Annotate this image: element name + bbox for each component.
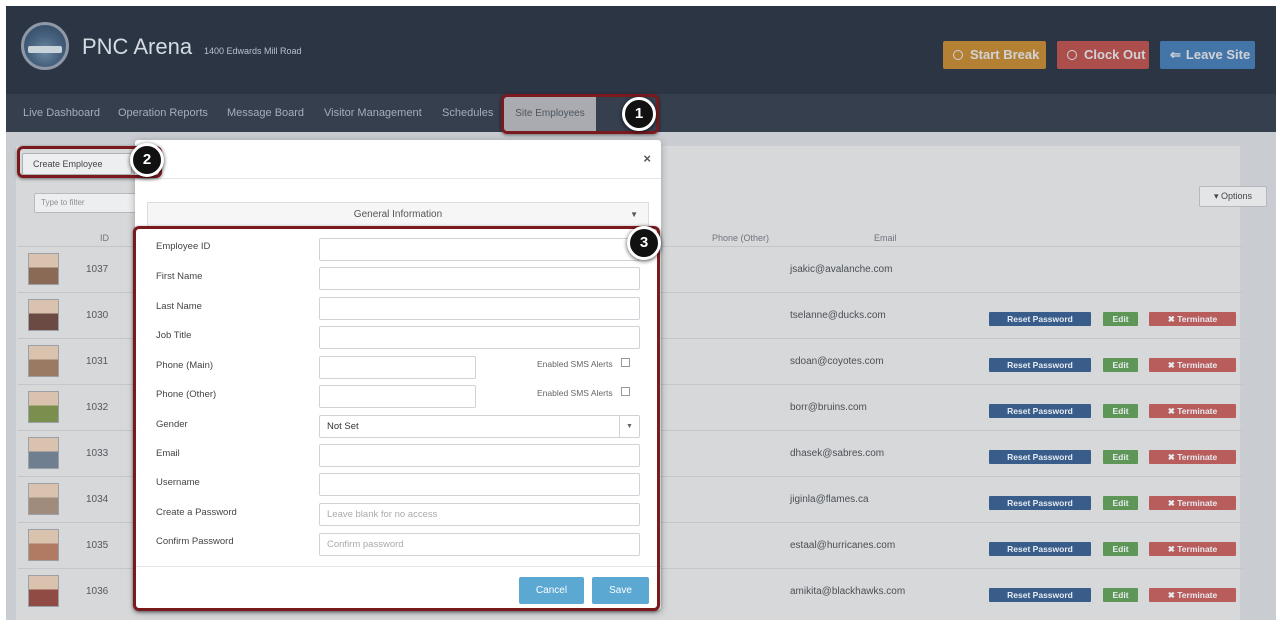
edit-button[interactable]: Edit [1103,358,1138,372]
column-header-email: Email [874,233,897,243]
employee-avatar [28,253,59,285]
employee-avatar [28,529,59,561]
callout-badge-2: 2 [130,143,164,177]
terminate-button[interactable]: ✖ Terminate [1149,358,1236,372]
terminate-button[interactable]: ✖ Terminate [1149,542,1236,556]
employee-email-cell: sdoan@coyotes.com [790,356,884,367]
app-window: PNC Arena 1400 Edwards Mill Road Start B… [6,6,1276,620]
employee-email-cell: jsakic@avalanche.com [790,264,893,275]
reset-password-button[interactable]: Reset Password [989,542,1091,556]
close-icon[interactable]: × [643,151,651,166]
callout-highlight-form [133,226,660,611]
caret-down-icon: ▼ [630,210,638,219]
employee-avatar [28,483,59,515]
options-button[interactable]: ▾ Options [1199,186,1267,207]
employee-email-cell: borr@bruins.com [790,402,867,413]
general-information-section[interactable]: General Information ▼ [147,202,649,228]
employee-avatar [28,345,59,377]
clock-out-button[interactable]: Clock Out [1057,41,1149,69]
edit-button[interactable]: Edit [1103,542,1138,556]
start-break-button[interactable]: Start Break [943,41,1046,69]
section-title: General Information [353,209,443,220]
site-logo [21,22,69,70]
reset-password-button[interactable]: Reset Password [989,404,1091,418]
reset-password-button[interactable]: Reset Password [989,588,1091,602]
clock-icon [953,50,963,60]
employee-id-cell: 1034 [86,494,109,505]
callout-badge-1: 1 [622,97,656,131]
nav-live-dashboard[interactable]: Live Dashboard [23,94,100,132]
employee-id-cell: 1030 [86,310,109,321]
column-header-id: ID [100,233,109,243]
employee-id-cell: 1037 [86,264,109,275]
edit-button[interactable]: Edit [1103,588,1138,602]
terminate-button[interactable]: ✖ Terminate [1149,404,1236,418]
nav-operation-reports[interactable]: Operation Reports [118,94,208,132]
reset-password-button[interactable]: Reset Password [989,450,1091,464]
top-bar: PNC Arena 1400 Edwards Mill Road Start B… [6,6,1276,94]
terminate-button[interactable]: ✖ Terminate [1149,312,1236,326]
employee-avatar [28,391,59,423]
site-name: PNC Arena [82,34,193,59]
reset-password-button[interactable]: Reset Password [989,496,1091,510]
terminate-button[interactable]: ✖ Terminate [1149,450,1236,464]
site-address: 1400 Edwards Mill Road [204,46,302,56]
employee-avatar [28,299,59,331]
column-header-phone-other: Phone (Other) [712,233,770,243]
nav-schedules[interactable]: Schedules [442,94,493,132]
nav-visitor-management[interactable]: Visitor Management [324,94,422,132]
edit-button[interactable]: Edit [1103,450,1138,464]
reset-password-button[interactable]: Reset Password [989,358,1091,372]
edit-button[interactable]: Edit [1103,404,1138,418]
employee-avatar [28,437,59,469]
employee-id-cell: 1033 [86,448,109,459]
callout-badge-3: 3 [627,226,661,260]
employee-email-cell: estaal@hurricanes.com [790,540,896,551]
clock-icon [1067,50,1077,60]
employee-id-cell: 1031 [86,356,109,367]
reset-password-button[interactable]: Reset Password [989,312,1091,326]
employee-email-cell: jiginla@flames.ca [790,494,869,505]
arrow-left-icon: ⇐ [1170,47,1181,62]
terminate-button[interactable]: ✖ Terminate [1149,496,1236,510]
edit-button[interactable]: Edit [1103,496,1138,510]
employee-id-cell: 1035 [86,540,109,551]
edit-button[interactable]: Edit [1103,312,1138,326]
modal-divider [135,178,661,179]
employee-avatar [28,575,59,607]
employee-email-cell: tselanne@ducks.com [790,310,886,321]
employee-id-cell: 1036 [86,586,109,597]
leave-site-button[interactable]: ⇐ Leave Site [1160,41,1255,69]
employee-email-cell: dhasek@sabres.com [790,448,885,459]
terminate-button[interactable]: ✖ Terminate [1149,588,1236,602]
employee-email-cell: amikita@blackhawks.com [790,586,906,597]
employee-id-cell: 1032 [86,402,109,413]
nav-message-board[interactable]: Message Board [227,94,304,132]
